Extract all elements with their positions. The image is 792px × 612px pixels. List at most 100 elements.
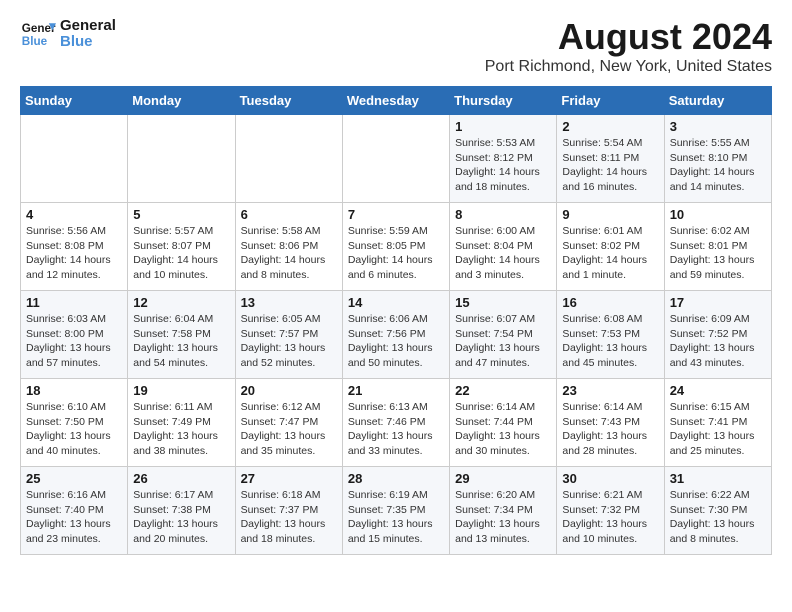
day-info: Sunrise: 6:12 AM Sunset: 7:47 PM Dayligh…: [241, 400, 337, 459]
calendar-header: SundayMondayTuesdayWednesdayThursdayFrid…: [21, 87, 772, 115]
day-number: 8: [455, 207, 551, 222]
day-info: Sunrise: 6:22 AM Sunset: 7:30 PM Dayligh…: [670, 488, 766, 547]
calendar-cell: 7 Sunrise: 5:59 AM Sunset: 8:05 PM Daylig…: [342, 203, 449, 291]
calendar-cell: 14 Sunrise: 6:06 AM Sunset: 7:56 PM Dayli…: [342, 291, 449, 379]
day-info: Sunrise: 6:14 AM Sunset: 7:43 PM Dayligh…: [562, 400, 658, 459]
day-number: 14: [348, 295, 444, 310]
day-number: 31: [670, 471, 766, 486]
day-number: 9: [562, 207, 658, 222]
day-number: 30: [562, 471, 658, 486]
day-number: 2: [562, 119, 658, 134]
calendar-cell: 28 Sunrise: 6:19 AM Sunset: 7:35 PM Dayli…: [342, 467, 449, 555]
logo-icon: General Blue: [20, 16, 56, 52]
day-number: 16: [562, 295, 658, 310]
calendar-cell: 3 Sunrise: 5:55 AM Sunset: 8:10 PM Daylig…: [664, 115, 771, 203]
day-number: 28: [348, 471, 444, 486]
day-info: Sunrise: 6:13 AM Sunset: 7:46 PM Dayligh…: [348, 400, 444, 459]
day-number: 19: [133, 383, 229, 398]
day-info: Sunrise: 6:08 AM Sunset: 7:53 PM Dayligh…: [562, 312, 658, 371]
day-number: 18: [26, 383, 122, 398]
day-info: Sunrise: 5:53 AM Sunset: 8:12 PM Dayligh…: [455, 136, 551, 195]
day-number: 4: [26, 207, 122, 222]
day-info: Sunrise: 6:10 AM Sunset: 7:50 PM Dayligh…: [26, 400, 122, 459]
weekday-header-monday: Monday: [128, 87, 235, 115]
day-number: 22: [455, 383, 551, 398]
day-info: Sunrise: 6:17 AM Sunset: 7:38 PM Dayligh…: [133, 488, 229, 547]
day-number: 15: [455, 295, 551, 310]
day-number: 17: [670, 295, 766, 310]
calendar-cell: 5Sunrise: 5:57 AM Sunset: 8:07 PM Daylig…: [128, 203, 235, 291]
calendar-cell: 24 Sunrise: 6:15 AM Sunset: 7:41 PM Dayli…: [664, 379, 771, 467]
day-number: 29: [455, 471, 551, 486]
day-info: Sunrise: 6:15 AM Sunset: 7:41 PM Dayligh…: [670, 400, 766, 459]
calendar-cell: [21, 115, 128, 203]
calendar-week-3: 11Sunrise: 6:03 AM Sunset: 8:00 PM Dayli…: [21, 291, 772, 379]
weekday-header-friday: Friday: [557, 87, 664, 115]
day-info: Sunrise: 5:56 AM Sunset: 8:08 PM Dayligh…: [26, 224, 122, 283]
calendar-cell: 1Sunrise: 5:53 AM Sunset: 8:12 PM Daylig…: [450, 115, 557, 203]
calendar-cell: [128, 115, 235, 203]
day-number: 13: [241, 295, 337, 310]
day-number: 24: [670, 383, 766, 398]
calendar-cell: 9 Sunrise: 6:01 AM Sunset: 8:02 PM Daylig…: [557, 203, 664, 291]
title-area: August 2024 Port Richmond, New York, Uni…: [485, 16, 772, 76]
day-info: Sunrise: 6:09 AM Sunset: 7:52 PM Dayligh…: [670, 312, 766, 371]
calendar-cell: 30 Sunrise: 6:21 AM Sunset: 7:32 PM Dayli…: [557, 467, 664, 555]
calendar-cell: 16 Sunrise: 6:08 AM Sunset: 7:53 PM Dayli…: [557, 291, 664, 379]
day-number: 3: [670, 119, 766, 134]
day-info: Sunrise: 6:21 AM Sunset: 7:32 PM Dayligh…: [562, 488, 658, 547]
day-info: Sunrise: 6:11 AM Sunset: 7:49 PM Dayligh…: [133, 400, 229, 459]
weekday-header-sunday: Sunday: [21, 87, 128, 115]
page-subtitle: Port Richmond, New York, United States: [485, 58, 772, 76]
day-info: Sunrise: 5:55 AM Sunset: 8:10 PM Dayligh…: [670, 136, 766, 195]
calendar-cell: 29 Sunrise: 6:20 AM Sunset: 7:34 PM Dayli…: [450, 467, 557, 555]
day-number: 7: [348, 207, 444, 222]
calendar-cell: [235, 115, 342, 203]
calendar-cell: 19 Sunrise: 6:11 AM Sunset: 7:49 PM Dayli…: [128, 379, 235, 467]
calendar-cell: 10 Sunrise: 6:02 AM Sunset: 8:01 PM Dayli…: [664, 203, 771, 291]
day-info: Sunrise: 6:04 AM Sunset: 7:58 PM Dayligh…: [133, 312, 229, 371]
weekday-header-wednesday: Wednesday: [342, 87, 449, 115]
logo-line2: Blue: [60, 34, 116, 51]
calendar-cell: 25Sunrise: 6:16 AM Sunset: 7:40 PM Dayli…: [21, 467, 128, 555]
day-info: Sunrise: 6:18 AM Sunset: 7:37 PM Dayligh…: [241, 488, 337, 547]
calendar-cell: 18 Sunrise: 6:10 AM Sunset: 7:50 PM Dayli…: [21, 379, 128, 467]
day-info: Sunrise: 5:59 AM Sunset: 8:05 PM Dayligh…: [348, 224, 444, 283]
calendar-cell: 23 Sunrise: 6:14 AM Sunset: 7:43 PM Dayli…: [557, 379, 664, 467]
day-number: 11: [26, 295, 122, 310]
calendar-cell: 4 Sunrise: 5:56 AM Sunset: 8:08 PM Daylig…: [21, 203, 128, 291]
calendar-week-4: 18 Sunrise: 6:10 AM Sunset: 7:50 PM Dayli…: [21, 379, 772, 467]
calendar-week-5: 25Sunrise: 6:16 AM Sunset: 7:40 PM Dayli…: [21, 467, 772, 555]
calendar-cell: 6Sunrise: 5:58 AM Sunset: 8:06 PM Daylig…: [235, 203, 342, 291]
calendar-cell: 8Sunrise: 6:00 AM Sunset: 8:04 PM Daylig…: [450, 203, 557, 291]
calendar-cell: 20Sunrise: 6:12 AM Sunset: 7:47 PM Dayli…: [235, 379, 342, 467]
day-info: Sunrise: 5:57 AM Sunset: 8:07 PM Dayligh…: [133, 224, 229, 283]
day-number: 23: [562, 383, 658, 398]
calendar-cell: 11Sunrise: 6:03 AM Sunset: 8:00 PM Dayli…: [21, 291, 128, 379]
calendar-week-1: 1Sunrise: 5:53 AM Sunset: 8:12 PM Daylig…: [21, 115, 772, 203]
day-number: 26: [133, 471, 229, 486]
day-info: Sunrise: 6:20 AM Sunset: 7:34 PM Dayligh…: [455, 488, 551, 547]
day-info: Sunrise: 6:01 AM Sunset: 8:02 PM Dayligh…: [562, 224, 658, 283]
calendar-table: SundayMondayTuesdayWednesdayThursdayFrid…: [20, 86, 772, 555]
calendar-cell: [342, 115, 449, 203]
page-title: August 2024: [485, 16, 772, 58]
weekday-header-saturday: Saturday: [664, 87, 771, 115]
day-info: Sunrise: 6:05 AM Sunset: 7:57 PM Dayligh…: [241, 312, 337, 371]
day-info: Sunrise: 6:02 AM Sunset: 8:01 PM Dayligh…: [670, 224, 766, 283]
day-info: Sunrise: 6:19 AM Sunset: 7:35 PM Dayligh…: [348, 488, 444, 547]
calendar-cell: 13 Sunrise: 6:05 AM Sunset: 7:57 PM Dayli…: [235, 291, 342, 379]
svg-text:Blue: Blue: [22, 35, 48, 48]
logo: General Blue General Blue: [20, 16, 116, 52]
calendar-cell: 15 Sunrise: 6:07 AM Sunset: 7:54 PM Dayli…: [450, 291, 557, 379]
day-info: Sunrise: 6:06 AM Sunset: 7:56 PM Dayligh…: [348, 312, 444, 371]
day-number: 10: [670, 207, 766, 222]
day-number: 25: [26, 471, 122, 486]
calendar-week-2: 4 Sunrise: 5:56 AM Sunset: 8:08 PM Daylig…: [21, 203, 772, 291]
day-number: 27: [241, 471, 337, 486]
calendar-cell: 17 Sunrise: 6:09 AM Sunset: 7:52 PM Dayli…: [664, 291, 771, 379]
day-info: Sunrise: 6:14 AM Sunset: 7:44 PM Dayligh…: [455, 400, 551, 459]
weekday-header-tuesday: Tuesday: [235, 87, 342, 115]
day-info: Sunrise: 6:07 AM Sunset: 7:54 PM Dayligh…: [455, 312, 551, 371]
calendar-cell: 12Sunrise: 6:04 AM Sunset: 7:58 PM Dayli…: [128, 291, 235, 379]
